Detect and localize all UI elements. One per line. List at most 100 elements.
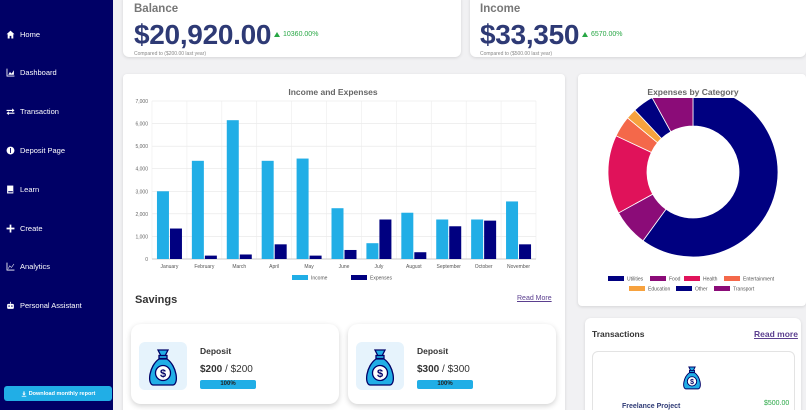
savings-current: $200 <box>200 364 223 375</box>
bar-expenses <box>309 255 322 259</box>
money-bag-icon: $ <box>139 342 187 390</box>
legend-label: Entertainment <box>743 277 775 283</box>
balance-title: Balance <box>134 3 179 15</box>
download-report-label: Download monthly report <box>28 390 96 397</box>
savings-card[interactable]: $ Deposit $300 / $300 100% <box>348 324 556 404</box>
balance-value: $20,920.00 <box>134 19 272 50</box>
sidebar-item-label: Personal Assistant <box>20 300 82 310</box>
y-tick-label: 2,000 <box>135 212 148 218</box>
legend-label: Expenses <box>370 276 392 282</box>
y-tick-label: 6,000 <box>135 122 148 128</box>
sidebar-item-dashboard[interactable]: Dashboard <box>6 64 57 80</box>
book-icon <box>7 185 14 193</box>
savings-progress-bar: 100% <box>200 380 256 389</box>
y-tick-label: 3,000 <box>135 189 148 195</box>
money-bag-icon: $ <box>683 366 701 390</box>
bar-income <box>331 208 344 259</box>
legend-swatch <box>724 276 740 281</box>
legend-swatch <box>608 276 624 281</box>
y-tick-label: 4,000 <box>135 167 148 173</box>
bar-expenses <box>169 228 182 259</box>
sidebar-item-analytics[interactable]: Analytics <box>6 258 50 274</box>
x-tick-label: July <box>374 264 383 270</box>
income-change-text: 6570.00% <box>591 31 623 38</box>
svg-text:$: $ <box>690 379 694 386</box>
sidebar-item-learn[interactable]: Learn <box>6 181 39 197</box>
transaction-amount: $500.00 <box>764 400 790 407</box>
transactions-title: Transactions <box>592 329 645 339</box>
sidebar-item-create[interactable]: Create <box>6 220 43 236</box>
sidebar-item-home[interactable]: Home <box>6 26 40 42</box>
bar-income <box>506 201 519 259</box>
balance-change-text: 10360.00% <box>283 31 319 38</box>
y-tick-label: 0 <box>145 257 148 263</box>
sidebar-item-label: Dashboard <box>20 67 57 77</box>
y-tick-label: 5,000 <box>135 144 148 150</box>
x-tick-label: January <box>161 264 179 270</box>
trend-up-icon <box>274 32 280 37</box>
sidebar: Home Dashboard Transaction Deposit Page … <box>0 0 113 410</box>
bar-income <box>191 160 204 259</box>
legend-swatch <box>351 275 367 280</box>
income-card: Income $33,350 6570.00% Compared to ($50… <box>470 0 806 57</box>
legend-swatch <box>629 286 645 291</box>
bar-expenses <box>449 226 462 259</box>
balance-change: 10360.00% <box>274 31 318 38</box>
bar-income <box>261 160 274 259</box>
income-change: 6570.00% <box>582 31 623 38</box>
income-compared: Compared to ($500.00 last year) <box>480 51 552 57</box>
savings-label: Deposit <box>417 346 449 356</box>
analytics-icon <box>6 262 15 270</box>
y-tick-label: 1,000 <box>135 234 148 240</box>
savings-target: / $200 <box>225 364 253 375</box>
svg-text:$: $ <box>377 368 383 380</box>
expenses-category-chart: Utilities Food Health Entertainment Educatio… <box>607 98 779 293</box>
x-tick-label: August <box>406 264 422 270</box>
income-expenses-chart: 0 1,000 2,000 3,000 4,000 5,000 6,000 7,000 Janu… <box>135 99 537 282</box>
sidebar-item-personal-assistant[interactable]: Personal Assistant <box>6 297 82 313</box>
legend-label: Education <box>648 287 670 293</box>
expenses-category-card: Expenses by Category Utilities Food Health… <box>578 74 806 306</box>
bar-expenses <box>414 252 427 259</box>
bar-expenses <box>379 219 392 259</box>
plus-icon <box>6 224 15 232</box>
download-report-button[interactable]: Download monthly report <box>4 386 112 401</box>
bar-income <box>226 120 239 259</box>
legend-swatch <box>650 276 666 281</box>
legend-label: Transport <box>733 287 755 293</box>
home-icon <box>6 30 15 38</box>
trend-up-icon <box>582 32 588 37</box>
sidebar-item-label: Transaction <box>20 106 59 116</box>
income-expenses-card: Income and Expenses 0 1,000 2,000 3,000 4,00… <box>123 74 565 410</box>
sidebar-item-deposit[interactable]: Deposit Page <box>6 142 65 158</box>
bar-expenses <box>519 244 532 259</box>
savings-card[interactable]: $ Deposit $200 / $200 100% <box>131 324 339 404</box>
legend-swatch <box>676 286 692 291</box>
x-tick-label: March <box>232 264 246 270</box>
savings-label: Deposit <box>200 346 232 356</box>
bar-expenses <box>239 254 252 259</box>
bar-income <box>436 219 449 259</box>
x-tick-label: October <box>475 264 493 270</box>
sidebar-item-transaction[interactable]: Transaction <box>6 103 59 119</box>
sidebar-item-label: Analytics <box>20 261 51 271</box>
sidebar-item-label: Learn <box>20 184 40 194</box>
income-value: $33,350 <box>480 19 580 50</box>
legend-label: Food <box>669 277 681 283</box>
sidebar-item-label: Home <box>20 29 41 39</box>
savings-target: / $300 <box>442 364 470 375</box>
bar-expenses <box>204 255 217 259</box>
transaction-item[interactable]: $ Freelance Project $500.00 <box>592 351 795 410</box>
bar-expenses <box>344 249 357 259</box>
exchange-icon <box>6 107 15 115</box>
bar-income <box>366 243 379 259</box>
legend-swatch <box>292 275 308 280</box>
money-bag-icon: $ <box>356 342 404 390</box>
deposit-icon <box>6 146 15 154</box>
savings-read-more-link[interactable]: Read More <box>517 295 552 302</box>
legend-label: Health <box>703 277 718 283</box>
bar-income <box>156 191 169 259</box>
transactions-read-more-link[interactable]: Read more <box>754 329 798 339</box>
savings-amount: $300 / $300 <box>417 364 470 375</box>
download-icon <box>21 390 26 397</box>
